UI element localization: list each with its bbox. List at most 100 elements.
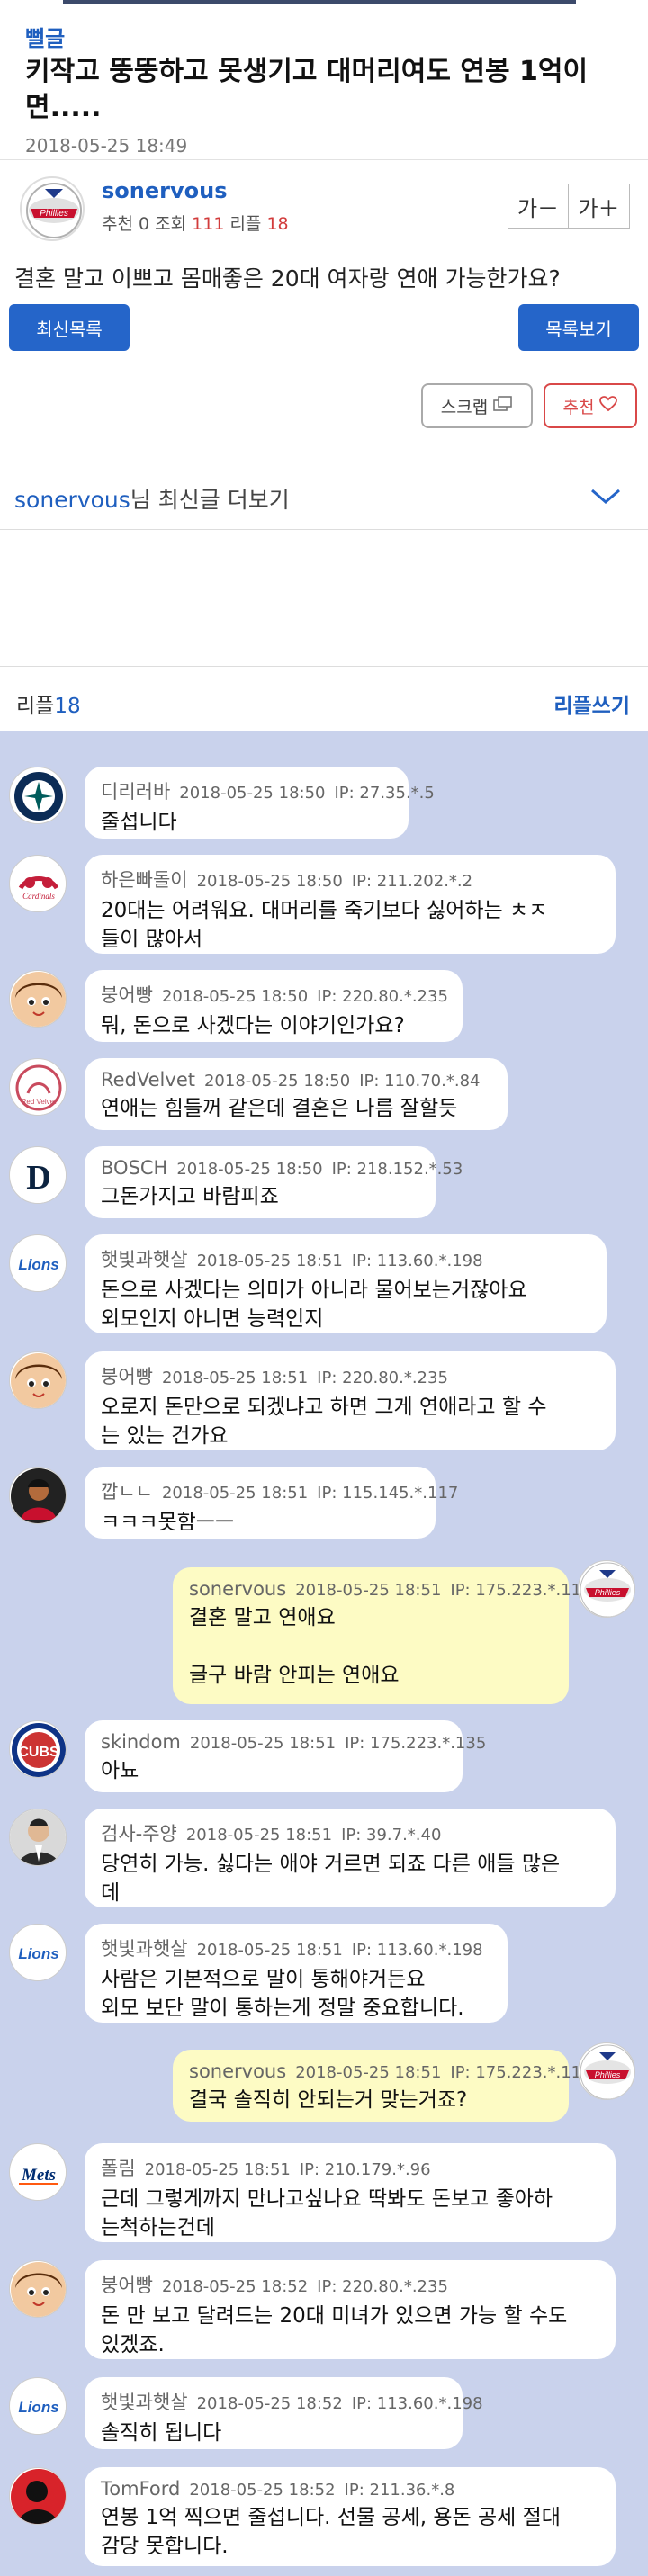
stats-prefix: 추천 0 조회: [102, 214, 193, 234]
cartoon-girl-icon[interactable]: [9, 1351, 67, 1409]
phillies-logo-icon[interactable]: Phillies: [20, 176, 85, 241]
comment-time: 2018-05-25 18:50: [161, 987, 309, 1006]
lions-logo-icon[interactable]: Lions: [9, 2377, 67, 2435]
comment-nick[interactable]: skindom: [101, 1731, 181, 1753]
scrap-icon: [493, 395, 513, 417]
comment-nick[interactable]: 햇빛과햇살: [101, 1249, 188, 1270]
author-name[interactable]: sonervous: [102, 178, 227, 203]
comment-text: 그돈가지고 바람피죠: [101, 1185, 279, 1208]
comment-meta: 하은빠돌이 2018-05-25 18:50 IP: 211.202.*.2: [101, 866, 599, 893]
cardinals-logo-icon[interactable]: Cardinals: [9, 855, 67, 912]
comment-nick[interactable]: 디리러바: [101, 781, 170, 803]
player-photo-icon[interactable]: [9, 1467, 67, 1524]
author-stats: 추천 0 조회 111 리플 18: [102, 211, 289, 235]
comment-time: 2018-05-25 18:51: [144, 2160, 291, 2179]
phillies-logo-icon[interactable]: Phillies: [578, 2042, 635, 2100]
comment-nick[interactable]: 하은빠돌이: [101, 869, 188, 891]
lions-logo-icon[interactable]: Lions: [9, 1234, 67, 1292]
comment-bubble: sonervous 2018-05-25 18:51 IP: 175.223.*.1…: [173, 2050, 592, 2122]
comment-nick[interactable]: 붕어빵: [101, 1366, 153, 1387]
more-posts-row[interactable]: sonervous님 최신글 더보기: [0, 462, 648, 530]
comment-ip: IP: 211.202.*.2: [351, 872, 473, 891]
recommend-button[interactable]: 추천: [544, 383, 637, 428]
mariners-logo-icon[interactable]: [9, 767, 67, 824]
cubs-logo-icon[interactable]: CUBS: [9, 1720, 67, 1778]
comment-bubble: RedVelvet 2018-05-25 18:50 IP: 110.70.*.84…: [85, 1058, 508, 1130]
svg-text:Lions: Lions: [18, 2399, 58, 2416]
comment-time: 2018-05-25 18:50: [179, 784, 326, 803]
more-posts-user: sonervous: [14, 487, 130, 513]
svg-text:Mets: Mets: [21, 2166, 56, 2185]
comment-ip: IP: 220.80.*.235: [317, 2277, 448, 2296]
comment-meta: 깝ㄴㄴ 2018-05-25 18:51 IP: 115.145.*.117: [101, 1477, 458, 1504]
cartoon-girl-icon[interactable]: [9, 970, 67, 1028]
comment-time: 2018-05-25 18:50: [203, 1072, 351, 1091]
cartoon-girl-icon[interactable]: [9, 2260, 67, 2318]
comment-nick[interactable]: RedVelvet: [101, 1069, 195, 1091]
comment-item: RedVelvet 2018-05-25 18:50 IP: 110.70.*.84…: [0, 1058, 648, 1130]
category-link[interactable]: 뻘글: [25, 25, 623, 52]
comment-text: ㅋㅋㅋ못함ㅡㅡ: [101, 1511, 235, 1534]
comment-nick[interactable]: BOSCH: [101, 1157, 167, 1179]
comment-nick[interactable]: 햇빛과햇살: [101, 1938, 188, 1960]
comment-time: 2018-05-25 18:51: [185, 1826, 333, 1844]
comment-nick[interactable]: sonervous: [189, 2060, 286, 2082]
comment-text: 당연히 가능. 싫다는 애야 거르면 되죠 다른 애들 많은 데: [101, 1853, 561, 1905]
comment-ip: IP: 220.80.*.235: [317, 1369, 448, 1387]
comment-text: 20대는 어려워요. 대머리를 죽기보다 싫어하는 ㅊㅈ 들이 많아서: [101, 899, 548, 951]
comment-ip: IP: 218.152.*.53: [331, 1160, 464, 1179]
comment-item: 붕어빵 2018-05-25 18:50 IP: 220.80.*.235 뭐, 돈으…: [0, 970, 648, 1042]
comment-nick[interactable]: 햇빛과햇살: [101, 2392, 188, 2413]
comment-nick[interactable]: 폴림: [101, 2158, 136, 2179]
scrap-label: 스크랩: [440, 397, 489, 417]
font-decrease-button[interactable]: 가－: [508, 184, 569, 229]
comment-time: 2018-05-25 18:50: [176, 1160, 323, 1179]
comment-nick[interactable]: 검사-주양: [101, 1823, 177, 1844]
latest-list-button[interactable]: 최신목록: [9, 304, 130, 351]
heart-icon: [599, 395, 618, 417]
man-photo-icon[interactable]: [9, 1809, 67, 1866]
comment-bubble: sonervous 2018-05-25 18:51 IP: 175.223.*.1…: [173, 1567, 592, 1704]
more-posts-suffix: 님 최신글 더보기: [130, 487, 290, 513]
comment-nick[interactable]: 붕어빵: [101, 984, 153, 1006]
comment-text: 오로지 돈만으로 되겠냐고 하면 그게 연애라고 할 수 는 있는 건가요: [101, 1396, 547, 1448]
comment-meta: 붕어빵 2018-05-25 18:50 IP: 220.80.*.235: [101, 981, 448, 1008]
comment-ip: IP: 210.179.*.96: [299, 2160, 431, 2179]
comment-nick[interactable]: TomFord: [101, 2478, 180, 2500]
chevron-down-icon[interactable]: [590, 488, 621, 509]
comment-bubble: 검사-주양 2018-05-25 18:51 IP: 39.7.*.40 당연히 가능…: [85, 1809, 616, 1907]
comment-item: 디리러바 2018-05-25 18:50 IP: 27.35.*.5 줄섭니다: [0, 767, 648, 839]
article-header: 뻘글 키작고 뚱뚱하고 못생기고 대머리여도 연봉 1억이면..... 2018…: [0, 7, 648, 160]
comment-bubble: 햇빛과햇살 2018-05-25 18:52 IP: 113.60.*.198 솔직히…: [85, 2377, 483, 2449]
comment-bubble: BOSCH 2018-05-25 18:50 IP: 218.152.*.53 그돈가…: [85, 1146, 463, 1218]
comment-time: 2018-05-25 18:51: [161, 1369, 309, 1387]
comment-meta: 디리러바 2018-05-25 18:50 IP: 27.35.*.5: [101, 777, 435, 804]
comment-text: 아뇨: [101, 1759, 140, 1782]
comment-time: 2018-05-25 18:51: [196, 1941, 343, 1960]
lions-logo-icon[interactable]: Lions: [9, 1924, 67, 1981]
comment-item: 붕어빵 2018-05-25 18:52 IP: 220.80.*.235 돈 만 보…: [0, 2260, 648, 2359]
scrap-button[interactable]: 스크랩: [421, 383, 533, 428]
comment-meta: 햇빛과햇살 2018-05-25 18:51 IP: 113.60.*.198: [101, 1245, 590, 1272]
comment-nick[interactable]: 깝ㄴㄴ: [101, 1481, 153, 1503]
silhouette-red-icon[interactable]: [9, 2467, 67, 2525]
comment-meta: 붕어빵 2018-05-25 18:51 IP: 220.80.*.235: [101, 1362, 599, 1389]
mets-logo-icon[interactable]: Mets: [9, 2143, 67, 2201]
comment-item: TomFord 2018-05-25 18:52 IP: 211.36.*.8 연봉 …: [0, 2467, 648, 2566]
comment-ip: IP: 115.145.*.117: [317, 1484, 459, 1503]
comment-item: 햇빛과햇살 2018-05-25 18:51 IP: 113.60.*.198 돈으로…: [0, 1234, 648, 1333]
comment-item: 붕어빵 2018-05-25 18:51 IP: 220.80.*.235 오로지 돈…: [0, 1351, 648, 1450]
tigers-logo-icon[interactable]: D: [9, 1146, 67, 1204]
comment-nick[interactable]: sonervous: [189, 1578, 286, 1600]
comment-ip: IP: 220.80.*.235: [317, 987, 448, 1006]
page-title: 키작고 뚱뚱하고 못생기고 대머리여도 연봉 1억이면.....: [25, 56, 589, 123]
list-view-button[interactable]: 목록보기: [518, 304, 639, 351]
redvelvet-logo-icon[interactable]: Red Velvet: [9, 1058, 67, 1116]
font-increase-button[interactable]: 가＋: [569, 184, 630, 229]
write-reply-button[interactable]: 리플쓰기: [554, 688, 630, 719]
svg-text:D: D: [26, 1159, 50, 1197]
comment-nick[interactable]: 붕어빵: [101, 2275, 153, 2296]
reply-count: 리플18: [16, 688, 81, 719]
phillies-logo-icon[interactable]: Phillies: [578, 1560, 635, 1618]
comment-text: 줄섭니다: [101, 811, 177, 834]
